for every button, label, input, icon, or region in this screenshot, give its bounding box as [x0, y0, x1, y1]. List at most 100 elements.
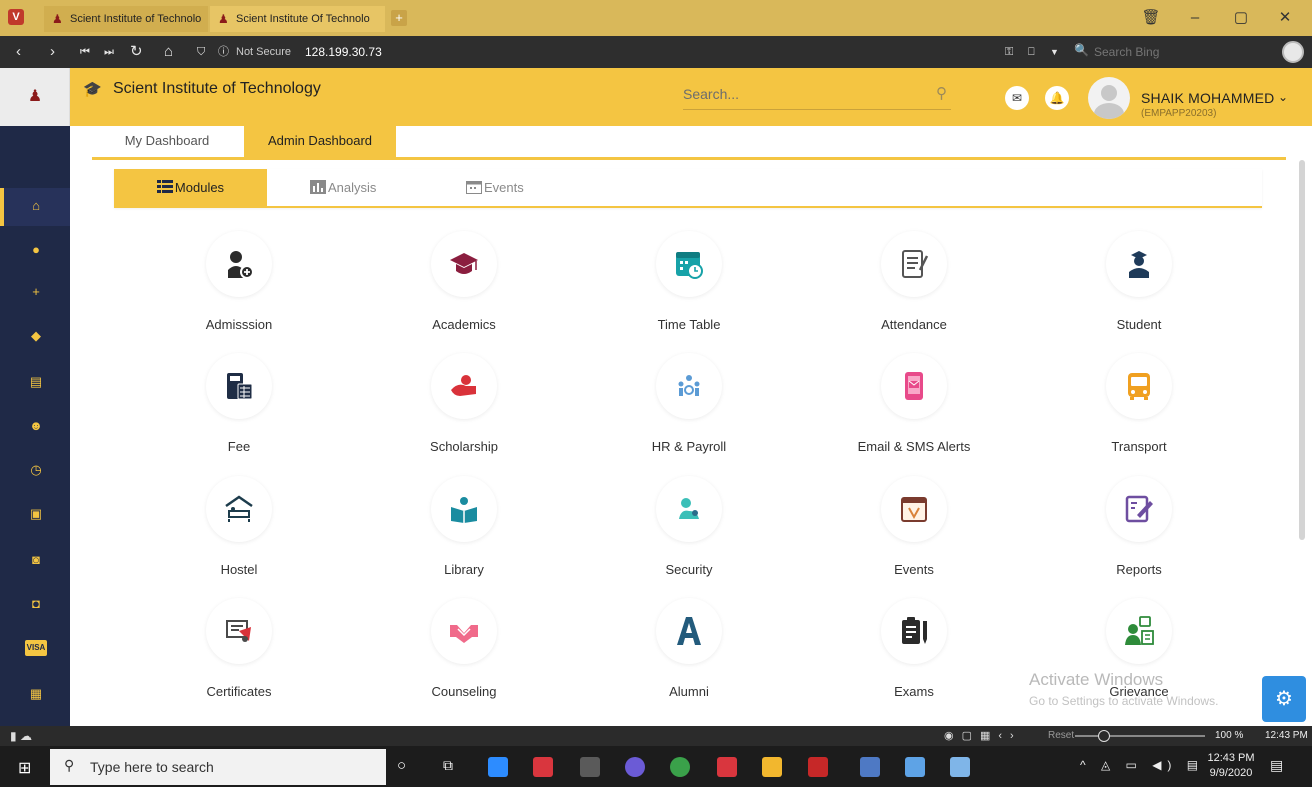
chevron-down-icon[interactable]: ⌄	[1278, 90, 1288, 104]
app-icon[interactable]	[905, 757, 925, 777]
module-time-table[interactable]: Time Table	[604, 231, 774, 341]
module-reports[interactable]: Reports	[1054, 476, 1224, 586]
handshake-icon	[450, 625, 478, 643]
notification-icon[interactable]: ▤	[1270, 757, 1283, 774]
module-fee[interactable]: Fee	[154, 353, 324, 463]
sidebar-item-home[interactable]: ⌂	[0, 188, 70, 226]
task-view-icon[interactable]: ⧉	[443, 757, 453, 774]
module-student[interactable]: Student	[1054, 231, 1224, 341]
maximize-button[interactable]: ▢	[1222, 6, 1260, 30]
rewind-icon[interactable]: ⏮	[80, 42, 90, 62]
module-attendance[interactable]: Attendance	[829, 231, 999, 341]
close-window-button[interactable]: ✕	[1266, 6, 1304, 30]
shield-icon[interactable]: ⛉	[197, 42, 205, 62]
chevron-down-icon[interactable]: ▼	[1050, 42, 1059, 62]
cortana-icon[interactable]: ○	[397, 757, 406, 774]
header-search[interactable]: ⚲	[683, 82, 951, 110]
browser-tab-1[interactable]: ♟ Scient Institute of Technolo	[44, 6, 208, 32]
sidebar-item-money[interactable]: ◘	[0, 586, 70, 624]
module-certificates[interactable]: Certificates	[154, 598, 324, 708]
vivaldi-app-icon[interactable]	[533, 757, 553, 777]
zoom-slider-handle[interactable]	[1098, 730, 1110, 742]
sidebar-item-clock[interactable]: ◷	[0, 452, 70, 490]
sidebar-item-academics[interactable]: ◆	[0, 318, 70, 356]
zoom-app-icon[interactable]	[488, 757, 508, 777]
module-hr-payroll[interactable]: HR & Payroll	[604, 353, 774, 463]
pdf-reader-icon[interactable]	[808, 757, 828, 777]
key-icon[interactable]: ⚿	[1005, 42, 1013, 62]
taskbar-search-input[interactable]	[90, 757, 370, 777]
tab-analysis[interactable]: Analysis	[310, 169, 420, 206]
settings-gear-button[interactable]: ⚙	[1262, 676, 1306, 722]
module-label: Events	[894, 562, 934, 577]
bing-search[interactable]: 🔍	[1074, 42, 1274, 62]
sidebar-item-notes[interactable]: ▦	[0, 676, 70, 714]
module-academics[interactable]: Academics	[379, 231, 549, 341]
taskbar-clock[interactable]: 12:43 PM 9/9/2020	[1204, 751, 1258, 781]
module-library[interactable]: Library	[379, 476, 549, 586]
vivaldi-app-icon[interactable]	[717, 757, 737, 777]
sidebar-item-card[interactable]: VISA	[0, 630, 70, 668]
module-alumni[interactable]: Alumni	[604, 598, 774, 708]
avatar[interactable]	[1088, 77, 1130, 119]
browser-tab-2[interactable]: ♟ Scient Institute Of Technolo	[210, 6, 385, 32]
url-text[interactable]: 128.199.30.73	[305, 44, 382, 60]
store-app-icon[interactable]	[580, 757, 600, 777]
user-name[interactable]: SHAIK MOHAMMED	[1141, 90, 1274, 106]
module-hostel[interactable]: Hostel	[154, 476, 324, 586]
bing-search-input[interactable]	[1094, 42, 1264, 62]
mail-icon[interactable]: ✉	[1005, 86, 1029, 110]
institute-logo[interactable]: ♟	[0, 68, 70, 126]
module-security[interactable]: Security	[604, 476, 774, 586]
money-icon: ◘	[32, 596, 40, 611]
back-icon[interactable]: ‹	[16, 42, 21, 62]
module-events[interactable]: Events	[829, 476, 999, 586]
module-admission[interactable]: Admisssion	[154, 231, 324, 341]
status-icons[interactable]: ◉▢▦‹›	[944, 729, 1022, 742]
sidebar-item-id-card[interactable]: ▤	[0, 364, 70, 402]
tab-admin-dashboard[interactable]: Admin Dashboard	[244, 126, 396, 157]
tab-events[interactable]: Events	[466, 169, 576, 206]
word-icon[interactable]	[860, 757, 880, 777]
minimize-button[interactable]: –	[1176, 6, 1214, 30]
module-label: Reports	[1116, 562, 1162, 577]
sidebar-item-calendar[interactable]: ▣	[0, 496, 70, 534]
zoom-slider[interactable]	[1075, 735, 1205, 737]
fast-forward-icon[interactable]: ⏭	[104, 42, 114, 62]
page-scrollbar[interactable]	[1299, 160, 1305, 540]
tab-my-dashboard[interactable]: My Dashboard	[92, 126, 242, 157]
home-icon[interactable]: ⌂	[164, 42, 173, 62]
module-grievance[interactable]: Grievance	[1054, 598, 1224, 708]
module-transport[interactable]: Transport	[1054, 353, 1224, 463]
info-icon[interactable]: ⓘ	[218, 42, 229, 62]
tab-modules[interactable]: Modules	[114, 169, 267, 206]
system-tray-icons[interactable]: ^ ◬ ▭ ◀) ▤	[1080, 758, 1204, 772]
new-tab-button[interactable]: +	[391, 10, 407, 26]
file-explorer-icon[interactable]	[762, 757, 782, 777]
browser-profile-icon[interactable]	[1282, 41, 1304, 63]
app-icon[interactable]	[670, 757, 690, 777]
sidebar-item-users[interactable]: ☻	[0, 408, 70, 446]
trash-icon[interactable]: 🗑	[1132, 6, 1170, 30]
sidebar-item-user[interactable]: ●	[0, 232, 70, 270]
search-icon[interactable]: ⚲	[936, 84, 947, 102]
module-exams[interactable]: Exams	[829, 598, 999, 708]
zoom-reset-button[interactable]: Reset	[1048, 730, 1074, 741]
reload-icon[interactable]: ↻	[130, 42, 143, 62]
module-scholarship[interactable]: Scholarship	[379, 353, 549, 463]
panel-toggle-icon[interactable]: ▮ ☁	[10, 729, 32, 743]
sidebar-item-add-user[interactable]: +	[0, 274, 70, 312]
app-icon[interactable]	[950, 757, 970, 777]
forward-icon[interactable]: ›	[50, 42, 55, 62]
module-email-sms-alerts[interactable]: Email & SMS Alerts	[829, 353, 999, 463]
sidebar-item-contacts[interactable]: ◙	[0, 542, 70, 580]
vivaldi-logo-icon[interactable]: V	[8, 9, 24, 25]
header-search-input[interactable]	[683, 82, 923, 106]
module-label: HR & Payroll	[651, 439, 727, 454]
module-counseling[interactable]: Counseling	[379, 598, 549, 708]
bell-icon[interactable]: 🔔	[1045, 86, 1069, 110]
bookmark-icon[interactable]: ⎕	[1028, 42, 1035, 62]
app-icon[interactable]	[625, 757, 645, 777]
taskbar-search[interactable]: ⚲	[50, 749, 386, 785]
windows-start-icon[interactable]: ⊞	[18, 758, 31, 778]
